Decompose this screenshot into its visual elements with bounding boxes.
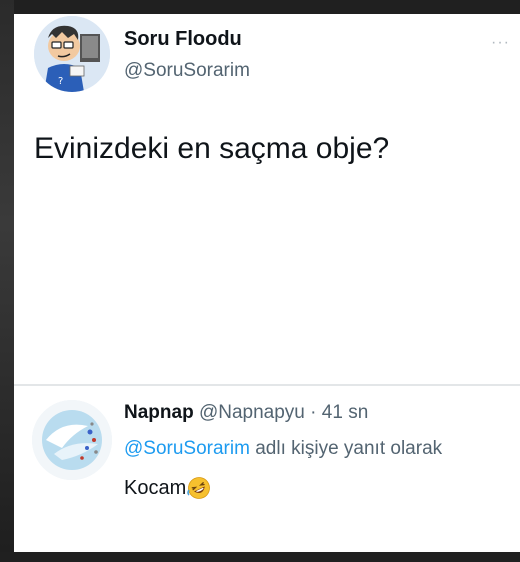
screen-bezel-top (0, 0, 520, 14)
reply-text: Kocam (124, 476, 211, 500)
svg-text:?: ? (58, 76, 63, 87)
author-avatar[interactable]: ? (34, 16, 110, 92)
tweet-card: ? Soru Floodu @SoruSorarim ··· Evinizdek… (14, 14, 520, 552)
tweet-text: Evinizdeki en saçma obje? (34, 132, 390, 165)
author-name[interactable]: Soru Floodu (124, 28, 242, 51)
author-handle[interactable]: @SoruSorarim (124, 60, 250, 82)
reply-author-handle[interactable]: @Napnapyu (199, 402, 305, 423)
meta-separator: · (310, 402, 317, 423)
reply-text-content: Kocam (124, 476, 187, 499)
replying-to-suffix: adlı kişiye yanıt olarak (255, 438, 443, 459)
reply-author-avatar[interactable] (32, 400, 112, 480)
replying-to: @SoruSorarim adlı kişiye yanıt olarak (124, 438, 442, 460)
reply-time[interactable]: 41 sn (322, 402, 368, 423)
screen-bezel-left (0, 0, 14, 562)
screen-bezel-bottom (0, 552, 520, 562)
reply-header: Napnap @Napnapyu · 41 sn (124, 402, 368, 424)
divider (14, 384, 520, 386)
mention-link[interactable]: @SoruSorarim (124, 438, 250, 459)
rolling-on-floor-laughing-emoji (187, 476, 211, 500)
more-dots-icon[interactable]: ··· (491, 34, 510, 52)
reply-author-name[interactable]: Napnap (124, 402, 194, 423)
